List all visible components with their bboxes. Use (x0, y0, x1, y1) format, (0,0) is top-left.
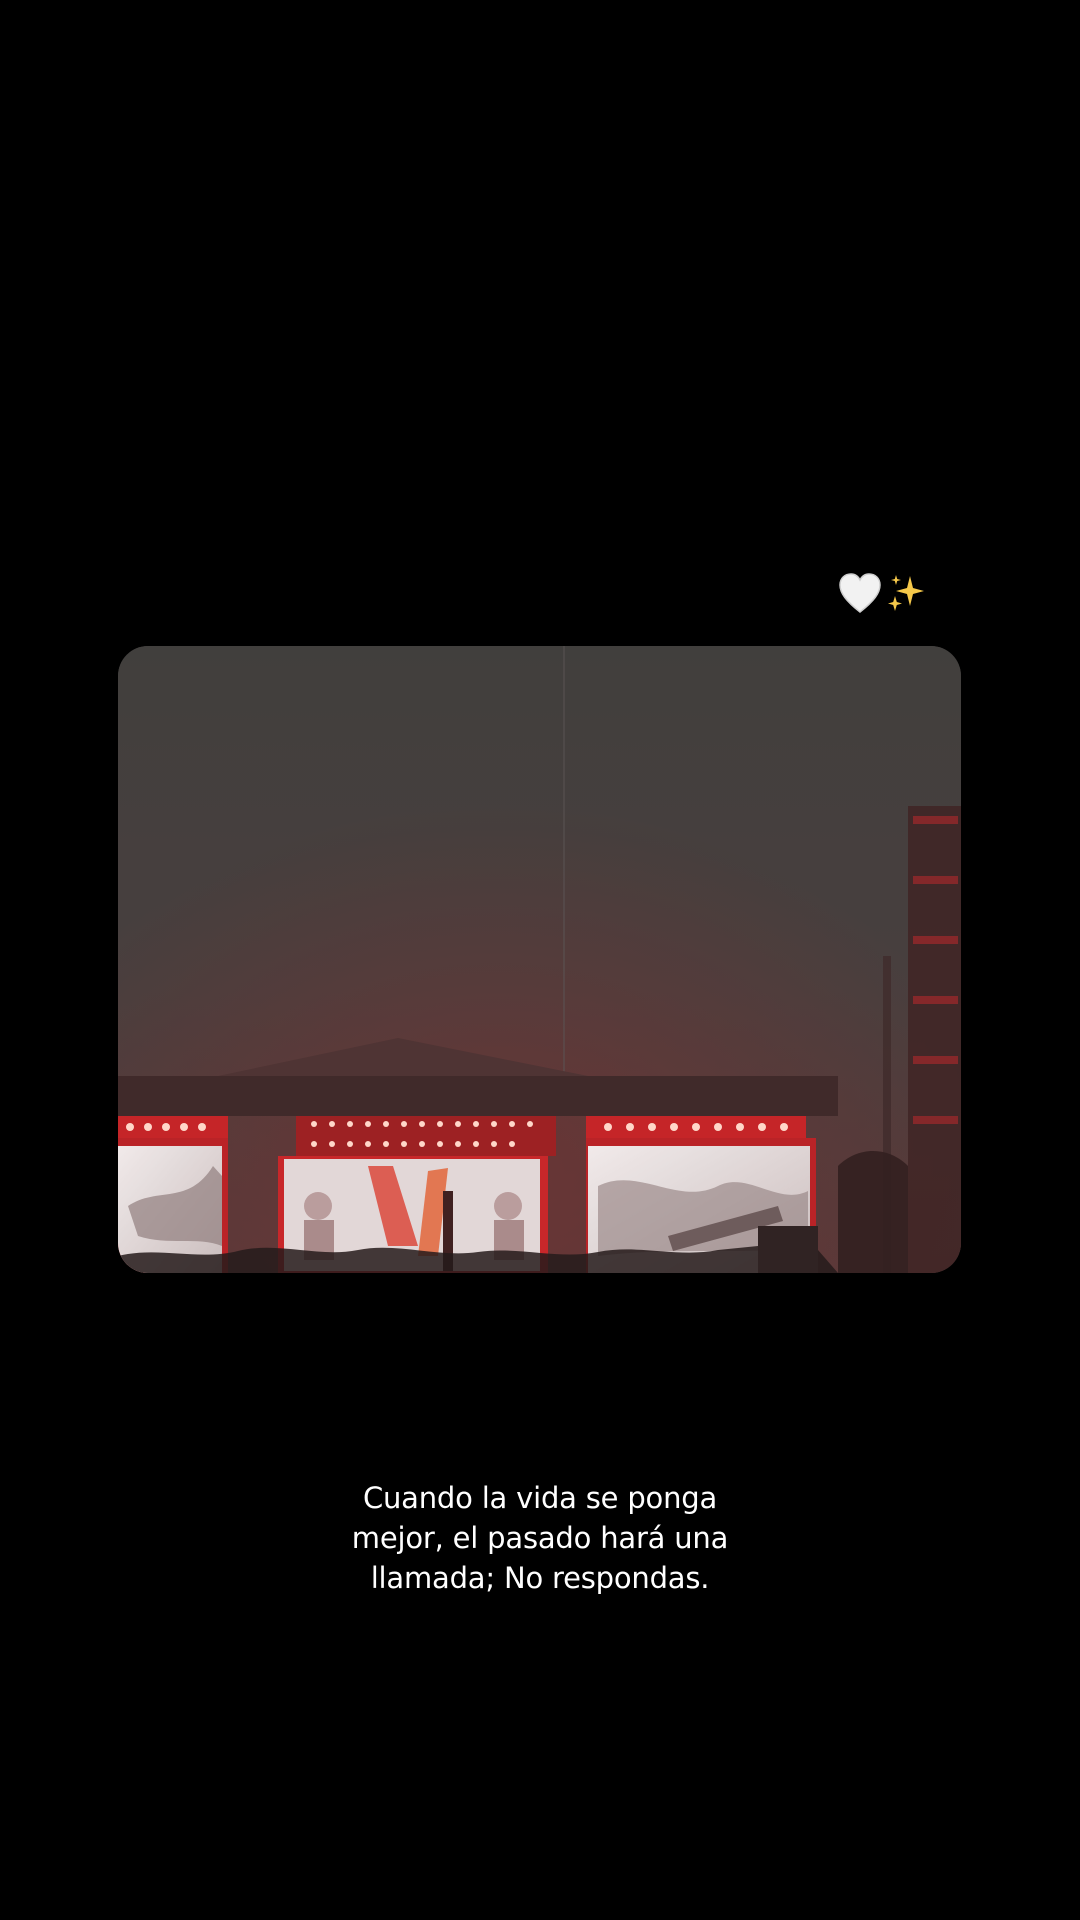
story-caption: Cuando la vida se ponga mejor, el pasado… (240, 1478, 840, 1598)
concert-stage-image (118, 646, 961, 1273)
caption-line-3: llamada; No respondas. (370, 1561, 710, 1595)
caption-line-2: mejor, el pasado hará una (351, 1521, 729, 1555)
emoji-sticker (838, 568, 928, 618)
story-screen: Cuando la vida se ponga mejor, el pasado… (0, 0, 1080, 1920)
sparkles-icon (886, 572, 928, 614)
white-heart-icon (838, 572, 882, 614)
concert-video[interactable] (118, 646, 961, 1273)
caption-line-1: Cuando la vida se ponga (362, 1481, 718, 1515)
